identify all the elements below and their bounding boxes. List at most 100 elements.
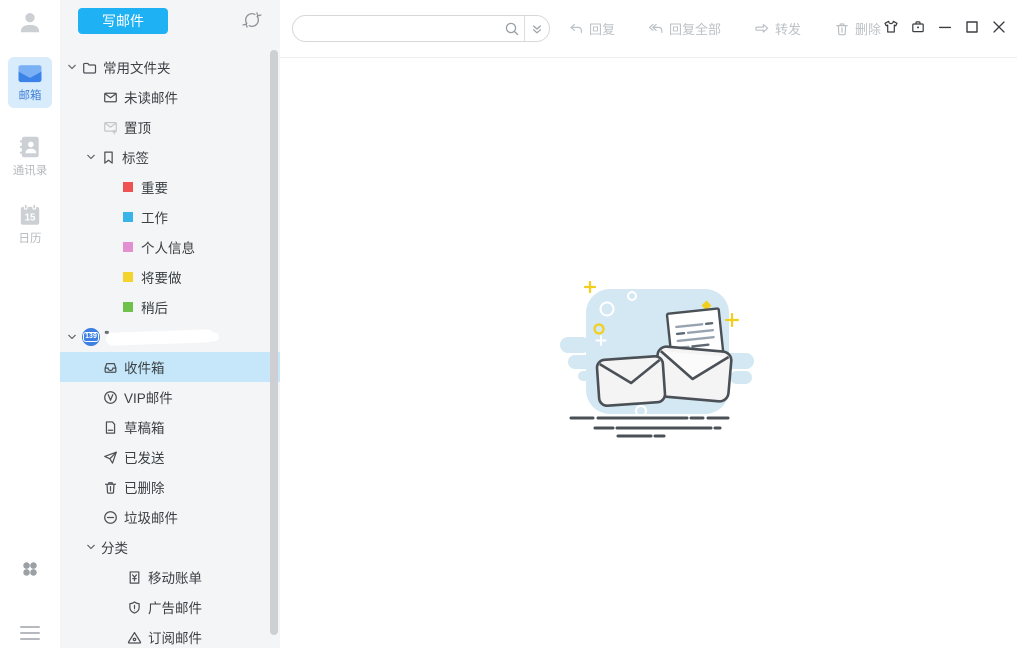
sidebar-item-label: 收件箱 bbox=[124, 357, 165, 377]
search-options-button[interactable] bbox=[525, 16, 549, 41]
sidebar-item-categories[interactable]: 分类 bbox=[60, 532, 280, 562]
main-panel: 回复 回复全部 转发 删除 bbox=[280, 0, 1017, 648]
hamburger-icon bbox=[20, 626, 40, 628]
ad-icon bbox=[127, 600, 142, 615]
rail-item-label: 通讯录 bbox=[13, 162, 48, 178]
reply-all-icon bbox=[648, 21, 664, 37]
close-icon bbox=[991, 19, 1007, 38]
sidebar-item-label: 垃圾邮件 bbox=[124, 507, 178, 527]
sidebar-item-common-folders[interactable]: 常用文件夹 bbox=[60, 52, 280, 82]
trash-sm-icon bbox=[834, 21, 850, 37]
trash-icon bbox=[103, 480, 118, 495]
sidebar-item-tags[interactable]: 标签 bbox=[60, 142, 280, 172]
hamburger-menu-button[interactable] bbox=[20, 626, 40, 640]
rail-bottom bbox=[20, 559, 40, 648]
sidebar-item-tag-later[interactable]: 稍后 bbox=[60, 292, 280, 322]
minimize-icon bbox=[937, 19, 953, 38]
search-box[interactable] bbox=[292, 15, 550, 42]
close-button[interactable] bbox=[991, 21, 1007, 37]
account-name-redacted bbox=[106, 329, 214, 346]
sidebar-item-label: 未读邮件 bbox=[124, 87, 178, 107]
sidebar-scrollbar[interactable] bbox=[270, 50, 278, 635]
mail-actions: 回复 回复全部 转发 删除 bbox=[568, 19, 881, 38]
sidebar-item-label: 置顶 bbox=[124, 117, 151, 137]
rail-item-contacts[interactable]: 通讯录 bbox=[13, 134, 48, 178]
forward-button[interactable]: 转发 bbox=[754, 19, 801, 38]
mail-icon bbox=[103, 90, 118, 105]
apps-grid-button[interactable] bbox=[20, 559, 40, 579]
action-label: 回复全部 bbox=[669, 19, 721, 38]
sidebar-item-vip-mail[interactable]: VIP邮件 bbox=[60, 382, 280, 412]
sidebar-item-label: 移动账单 bbox=[148, 567, 202, 587]
tag-color-swatch bbox=[123, 302, 133, 312]
chevron-icon bbox=[85, 541, 97, 553]
sidebar-item-label: 广告邮件 bbox=[148, 597, 202, 617]
shirt-icon bbox=[883, 19, 899, 38]
rail-item-label: 日历 bbox=[19, 230, 42, 246]
chevron-icon bbox=[85, 151, 97, 163]
search-icon bbox=[504, 21, 520, 37]
app-rail: 邮箱 通讯录 15 日历 bbox=[0, 0, 60, 648]
mail-pin-icon bbox=[103, 120, 118, 135]
reply-button[interactable]: 回复 bbox=[568, 19, 615, 38]
theme-skin-button[interactable] bbox=[883, 21, 899, 37]
sidebar-item-ad-mail[interactable]: 广告邮件 bbox=[60, 592, 280, 622]
maximize-button[interactable] bbox=[964, 21, 980, 37]
action-label: 回复 bbox=[589, 19, 615, 38]
sidebar-item-tag-todo[interactable]: 将要做 bbox=[60, 262, 280, 292]
sidebar-item-label: 标签 bbox=[122, 147, 149, 167]
sidebar-item-pinned[interactable]: 置顶 bbox=[60, 112, 280, 142]
sidebar-item-drafts[interactable]: 草稿箱 bbox=[60, 412, 280, 442]
apps-grid-icon bbox=[20, 559, 40, 579]
refresh-icon bbox=[240, 8, 264, 32]
sidebar-item-label: 常用文件夹 bbox=[103, 57, 171, 77]
sidebar-item-sent[interactable]: 已发送 bbox=[60, 442, 280, 472]
sidebar-item-label: 已删除 bbox=[124, 477, 165, 497]
sidebar-item-junk-mail[interactable]: 垃圾邮件 bbox=[60, 502, 280, 532]
inbox-icon bbox=[103, 360, 118, 375]
avatar-icon bbox=[17, 9, 43, 35]
storage-box-button[interactable] bbox=[910, 21, 926, 37]
reply-icon bbox=[568, 21, 584, 37]
mail-content-area bbox=[280, 58, 1017, 648]
sidebar-item-inbox[interactable]: 收件箱 bbox=[60, 352, 280, 382]
sidebar-item-label: 将要做 bbox=[141, 267, 182, 287]
empty-mailbox-illustration bbox=[556, 267, 756, 447]
vip-icon bbox=[103, 390, 118, 405]
reply-all-button[interactable]: 回复全部 bbox=[648, 19, 721, 38]
toolbox-icon bbox=[910, 19, 926, 38]
maximize-icon bbox=[964, 19, 980, 38]
tag-color-swatch bbox=[123, 242, 133, 252]
user-avatar[interactable] bbox=[17, 9, 43, 35]
sidebar-item-account-139[interactable]: 139 bbox=[60, 322, 280, 352]
contacts-icon bbox=[17, 134, 43, 160]
rail-item-calendar[interactable]: 15 日历 bbox=[17, 202, 43, 246]
minimize-button[interactable] bbox=[937, 21, 953, 37]
svg-text:15: 15 bbox=[25, 213, 36, 224]
toolbar: 回复 回复全部 转发 删除 bbox=[280, 0, 1017, 58]
folder-icon bbox=[82, 60, 97, 75]
sidebar-item-tag-important[interactable]: 重要 bbox=[60, 172, 280, 202]
folder-tree: 常用文件夹未读邮件置顶标签重要工作个人信息将要做稍后139 收件箱 VIP邮件草稿箱… bbox=[60, 52, 280, 648]
subscribe-icon bbox=[127, 630, 142, 645]
tag-color-swatch bbox=[123, 212, 133, 222]
sidebar-item-label: 已发送 bbox=[124, 447, 165, 467]
rail-item-mail[interactable]: 邮箱 bbox=[8, 57, 52, 108]
sidebar-item-label: 订阅邮件 bbox=[148, 627, 202, 647]
compose-button[interactable]: 写邮件 bbox=[78, 8, 168, 34]
sidebar-item-mobile-bills[interactable]: 移动账单 bbox=[60, 562, 280, 592]
chevron-icon bbox=[66, 331, 78, 343]
search-input[interactable] bbox=[293, 16, 500, 41]
double-chevron-down-icon bbox=[530, 22, 544, 36]
refresh-button[interactable] bbox=[240, 8, 264, 32]
sidebar-item-label: 工作 bbox=[141, 207, 168, 227]
sidebar-item-deleted[interactable]: 已删除 bbox=[60, 472, 280, 502]
sidebar-item-tag-work[interactable]: 工作 bbox=[60, 202, 280, 232]
bill-icon bbox=[127, 570, 142, 585]
delete-button[interactable]: 删除 bbox=[834, 19, 881, 38]
sidebar-item-subscription-mail[interactable]: 订阅邮件 bbox=[60, 622, 280, 648]
window-controls bbox=[883, 21, 1007, 37]
sidebar-item-unread-mail[interactable]: 未读邮件 bbox=[60, 82, 280, 112]
sidebar-item-tag-personal-info[interactable]: 个人信息 bbox=[60, 232, 280, 262]
search-button[interactable] bbox=[500, 16, 524, 41]
